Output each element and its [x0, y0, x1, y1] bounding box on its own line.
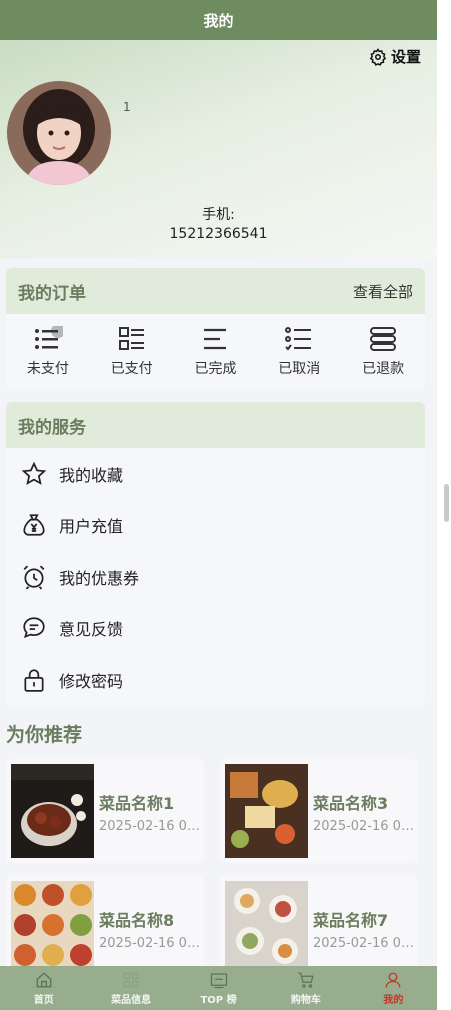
user-icon	[385, 972, 401, 988]
product-date: 2025-02-16 00:00:00	[313, 936, 418, 951]
avatar[interactable]	[7, 81, 111, 185]
view-all-orders-link[interactable]: 查看全部	[353, 281, 413, 302]
tab-cart-label: 购物车	[290, 994, 321, 1006]
phone-label: 手机:	[202, 207, 235, 223]
order-unpaid-label: 未支付	[26, 361, 69, 377]
chat-bubble-icon	[23, 617, 45, 639]
service-change-password-label: 修改密码	[59, 671, 124, 691]
product-card[interactable]: 菜品名称8 2025-02-16 00:00:00	[6, 876, 204, 980]
product-image	[225, 881, 308, 975]
order-cancelled-label: 已取消	[278, 361, 321, 377]
service-recharge-label: 用户充值	[59, 517, 124, 537]
orders-title: 我的订单	[18, 283, 86, 304]
service-favorites-label: 我的收藏	[59, 465, 124, 485]
tab-mine[interactable]: 我的	[350, 966, 437, 1010]
tab-top[interactable]: TOP 榜	[175, 966, 262, 1010]
product-card[interactable]: 菜品名称3 2025-02-16 00:00:00	[220, 759, 418, 863]
page-title: 我的	[203, 11, 234, 30]
service-feedback[interactable]: 意见反馈	[6, 603, 425, 655]
lines-icon	[204, 328, 227, 350]
board-icon	[210, 972, 227, 988]
product-card[interactable]: 菜品名称1 2025-02-16 00:00:00	[6, 759, 204, 863]
product-card[interactable]: 菜品名称7 2025-02-16 00:00:00	[220, 876, 418, 980]
order-status-row: 未支付 已支付 已完成 已取消 已退款	[6, 314, 425, 378]
product-name: 菜品名称7	[313, 911, 389, 930]
product-name: 菜品名称3	[313, 794, 389, 813]
service-coupons[interactable]: 我的优惠券	[6, 551, 425, 603]
service-coupons-label: 我的优惠券	[59, 568, 140, 588]
page-scrollbar-thumb[interactable]	[444, 484, 449, 522]
order-completed[interactable]: 已完成	[175, 326, 255, 378]
service-favorites[interactable]: 我的收藏	[6, 448, 425, 500]
grid-icon	[123, 972, 139, 987]
product-image	[11, 881, 94, 975]
order-refunded[interactable]: 已退款	[343, 326, 423, 378]
cart-icon	[298, 972, 314, 988]
order-paid-label: 已支付	[110, 361, 153, 377]
profile-header: 设置 1 手机: 15212366541	[0, 40, 437, 258]
product-name: 菜品名称1	[99, 794, 175, 813]
tab-top-label: TOP 榜	[200, 994, 237, 1006]
stack-icon	[370, 327, 397, 351]
tab-dishes-label: 菜品信息	[111, 994, 152, 1006]
recommend-title: 为你推荐	[6, 724, 83, 746]
order-refunded-label: 已退款	[362, 361, 405, 377]
order-unpaid[interactable]: 未支付	[8, 326, 88, 378]
service-recharge[interactable]: 用户充值	[6, 500, 425, 552]
order-paid[interactable]: 已支付	[92, 326, 172, 378]
user-id: 1	[123, 100, 131, 114]
tab-mine-label: 我的	[383, 994, 404, 1006]
product-date: 2025-02-16 00:00:00	[99, 936, 204, 951]
service-feedback-label: 意见反馈	[59, 620, 124, 640]
bottom-tab-bar: 首页 菜品信息 TOP 榜 购物车 我的	[0, 966, 437, 1010]
service-change-password[interactable]: 修改密码	[6, 654, 425, 706]
star-icon	[21, 461, 47, 485]
order-cancelled[interactable]: 已取消	[259, 326, 339, 378]
orders-card: 我的订单 查看全部 未支付 已支付 已完成 已取消 已退款	[6, 268, 425, 390]
services-header: 我的服务	[6, 402, 425, 448]
app-screen: 我的 设置 1 手机: 15212366541 我的订单 查看全部 未支付 已支…	[0, 0, 437, 1010]
services-title: 我的服务	[18, 417, 86, 438]
settings-button[interactable]: 设置	[369, 46, 421, 67]
order-completed-label: 已完成	[194, 361, 237, 377]
alarm-clock-icon	[23, 565, 45, 590]
gear-icon	[369, 47, 387, 66]
orders-header: 我的订单 查看全部	[6, 268, 425, 314]
checklist-icon	[118, 327, 144, 350]
product-image	[11, 764, 94, 858]
settings-label: 设置	[390, 48, 421, 66]
tab-dishes[interactable]: 菜品信息	[87, 966, 174, 1010]
product-name: 菜品名称8	[99, 911, 175, 930]
money-bag-icon	[23, 514, 45, 536]
top-bar: 我的	[0, 0, 437, 40]
home-icon	[36, 971, 52, 987]
tab-home-label: 首页	[33, 994, 54, 1006]
tab-home[interactable]: 首页	[0, 966, 87, 1010]
lock-icon	[24, 669, 44, 692]
product-date: 2025-02-16 00:00:00	[99, 819, 204, 834]
phone-number: 15212366541	[169, 226, 268, 242]
product-date: 2025-02-16 00:00:00	[313, 819, 418, 834]
dotted-list-icon	[285, 327, 312, 351]
services-card: 我的服务 我的收藏 用户充值 我的优惠券 意见反馈 修改密码	[6, 402, 425, 706]
list-icon	[34, 326, 63, 349]
product-image	[225, 764, 308, 858]
tab-cart[interactable]: 购物车	[262, 966, 349, 1010]
